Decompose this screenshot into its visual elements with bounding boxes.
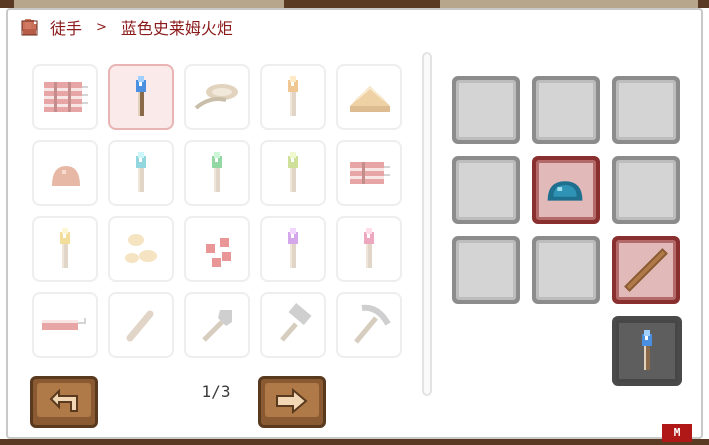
- crafting-slot-empty[interactable]: [452, 156, 520, 224]
- crafting-slot-inner: [456, 160, 516, 220]
- crafting-slot-inner: [536, 240, 596, 300]
- return-arrow-icon: [49, 388, 78, 412]
- pie-icon: [350, 86, 390, 112]
- blue-slime-gel-icon: [547, 181, 583, 201]
- recipe-slot[interactable]: [108, 140, 174, 206]
- recipe-scrollbar[interactable]: [422, 52, 432, 396]
- wood-stick-icon: [624, 248, 668, 292]
- previous-page-button[interactable]: [30, 376, 98, 428]
- recipe-slot[interactable]: [108, 64, 174, 130]
- pickaxe-icon: [354, 304, 391, 344]
- recipe-slot[interactable]: [108, 292, 174, 358]
- recipe-slot[interactable]: [260, 64, 326, 130]
- top-border-accent: [0, 0, 14, 8]
- crafting-slot-empty[interactable]: [532, 236, 600, 304]
- crafting-slot-inner: [616, 160, 676, 220]
- crafting-slot-empty[interactable]: [532, 76, 600, 144]
- recipe-slot[interactable]: [336, 140, 402, 206]
- crafting-slot-empty[interactable]: [612, 76, 680, 144]
- recipe-slot[interactable]: [108, 216, 174, 282]
- lime-torch-icon: [288, 152, 298, 192]
- corner-logo: M: [662, 424, 692, 442]
- recipe-slot[interactable]: [260, 216, 326, 282]
- page-indicator: 1/3: [201, 382, 231, 401]
- top-border: [0, 0, 709, 8]
- crafting-slot-filled[interactable]: [532, 156, 600, 224]
- crafting-slot-empty[interactable]: [452, 236, 520, 304]
- wood-stick-icon: [126, 310, 154, 342]
- top-border-accent: [284, 0, 440, 8]
- bottom-border: [0, 439, 709, 445]
- breadcrumb-root[interactable]: 徒手: [50, 15, 82, 39]
- blue-torch-icon: [642, 330, 652, 370]
- recipe-slot[interactable]: [336, 64, 402, 130]
- recipe-slot[interactable]: [184, 64, 250, 130]
- crafting-slot-inner: [616, 80, 676, 140]
- red-dynamite-bundle-icon: [44, 82, 88, 112]
- crafting-slot-filled[interactable]: [612, 236, 680, 304]
- breadcrumb: 徒手 > 蓝色史莱姆火炬: [18, 14, 233, 40]
- red-dynamite-icon: [350, 162, 390, 184]
- top-border-accent: [698, 0, 709, 8]
- red-berries-icon: [206, 238, 231, 267]
- crafting-slot-inner: [456, 240, 516, 300]
- breadcrumb-separator: >: [96, 19, 107, 35]
- yellow-torch-icon: [60, 228, 70, 268]
- recipe-slot[interactable]: [184, 292, 250, 358]
- gear-rope-icon: [194, 84, 238, 110]
- crafting-slot-empty[interactable]: [612, 156, 680, 224]
- right-arrow-icon: [276, 387, 308, 415]
- recipe-slot[interactable]: [184, 216, 250, 282]
- recipe-slot[interactable]: [260, 292, 326, 358]
- blue-torch-icon: [136, 76, 146, 116]
- crafting-slot-empty[interactable]: [452, 76, 520, 144]
- recipe-slot[interactable]: [184, 140, 250, 206]
- slime-lump-icon: [52, 166, 80, 186]
- crafting-slot-inner: [536, 80, 596, 140]
- recipe-slot[interactable]: [32, 216, 98, 282]
- result-slot[interactable]: [612, 316, 682, 386]
- shovel-icon: [202, 310, 232, 342]
- crafting-grid: [452, 76, 684, 308]
- seeds-icon: [125, 234, 157, 263]
- recipe-slot[interactable]: [32, 292, 98, 358]
- breadcrumb-current: 蓝色史莱姆火炬: [120, 19, 233, 38]
- purple-torch-icon: [288, 228, 298, 268]
- next-page-button[interactable]: [258, 376, 326, 428]
- pink-torch-icon: [364, 228, 374, 268]
- recipe-slot[interactable]: [336, 292, 402, 358]
- recipe-slot[interactable]: [32, 64, 98, 130]
- recipe-slot[interactable]: [336, 216, 402, 282]
- orange-torch-icon: [288, 76, 298, 116]
- recipe-slot[interactable]: [32, 140, 98, 206]
- hand-icon: [18, 17, 40, 37]
- crafting-slot-inner: [456, 80, 516, 140]
- green-torch-icon: [212, 152, 222, 192]
- cyan-torch-icon: [136, 152, 146, 192]
- recipe-slot[interactable]: [260, 140, 326, 206]
- recipe-grid: [18, 50, 414, 366]
- red-dynamite-stick-icon: [42, 318, 86, 330]
- hammer-icon: [280, 302, 312, 342]
